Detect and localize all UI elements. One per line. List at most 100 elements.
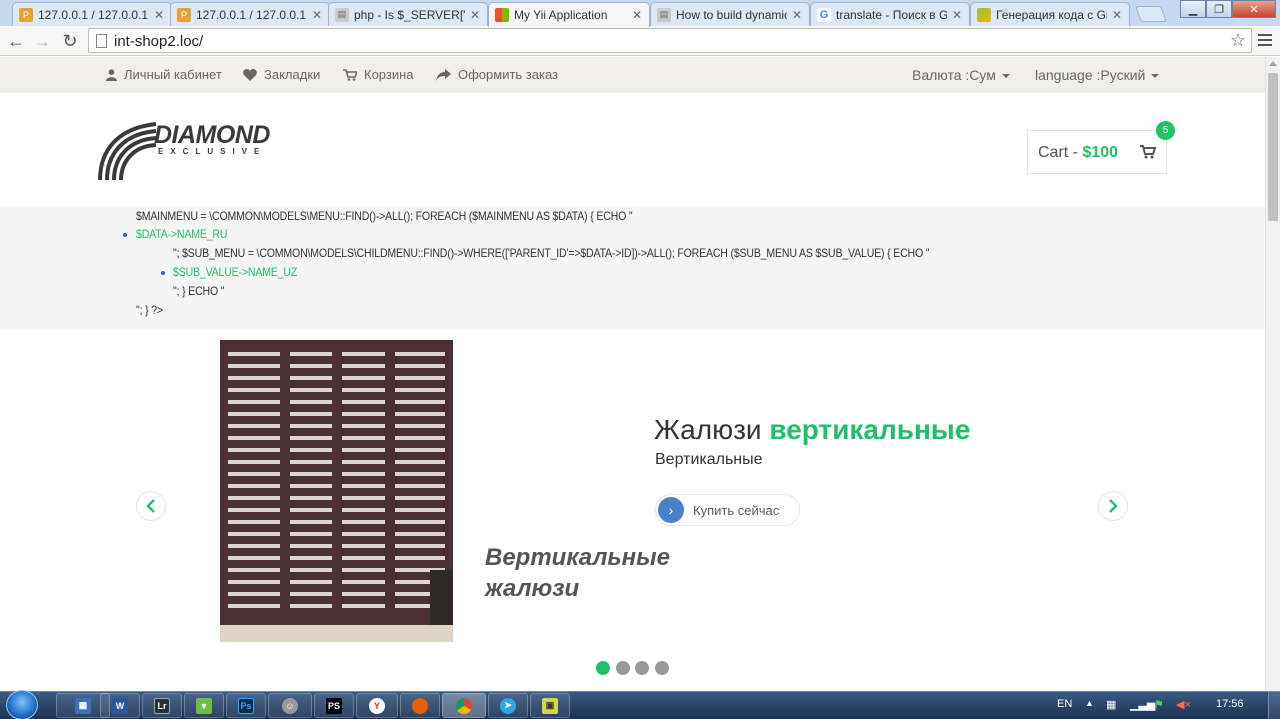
header-top-bar: Личный кабинет Закладки Корзина Оформить… (0, 57, 1265, 93)
wishlist-link[interactable]: Закладки (243, 67, 320, 82)
network-icon[interactable]: ▦ (1106, 698, 1116, 711)
vpn-icon: ▼ (196, 697, 212, 714)
close-icon[interactable]: ✕ (1111, 8, 1123, 22)
slider-dot-1[interactable] (596, 661, 610, 675)
currency-label: Валюта :Сум (912, 67, 996, 83)
close-icon[interactable]: ✕ (469, 8, 481, 22)
slide-title-plain: Жалюзи (654, 414, 770, 445)
slide-title-accent: вертикальные (769, 414, 971, 445)
header-cart-button[interactable]: Cart - $100 (1027, 130, 1167, 174)
tab-title: Генерация кода с Gii (996, 7, 1107, 22)
page-scrollbar[interactable] (1265, 57, 1280, 691)
slider-prev-button[interactable] (136, 491, 166, 521)
checkout-link[interactable]: Оформить заказ (436, 67, 558, 82)
browser-tab[interactable]: P 127.0.0.1 / 127.0.0.1 / s ✕ (170, 2, 330, 26)
close-icon[interactable]: ✕ (631, 8, 643, 22)
slide-title: Жалюзи вертикальные (654, 414, 970, 446)
language-dropdown[interactable]: language :Руский (1035, 67, 1160, 83)
slide-product-image (220, 340, 453, 642)
shopping-cart-icon (1140, 145, 1156, 159)
yii-icon (977, 7, 991, 22)
volume-muted-icon[interactable]: ◀× (1176, 698, 1191, 711)
taskbar-app-firefox[interactable] (400, 693, 440, 718)
browser-tab-strip: P 127.0.0.1 / 127.0.0.1 / s ✕ P 127.0.0.… (0, 0, 1280, 27)
taskbar-app-telegram[interactable]: ➤ (488, 693, 528, 718)
buy-now-button[interactable]: › Купить сейчас (655, 494, 800, 526)
word-icon: W (112, 697, 128, 714)
taskbar-app-yandex[interactable]: Y (356, 693, 398, 718)
lightroom-icon: Lr (154, 697, 170, 714)
cart-count-badge: 5 (1156, 121, 1175, 140)
list-bullet (161, 271, 165, 275)
scrollbar-thumb[interactable] (1268, 73, 1278, 221)
taskbar-app-word[interactable]: W (100, 693, 140, 718)
slide-image-caption: Вертикальные жалюзи (485, 542, 670, 604)
bookmark-star-icon[interactable]: ☆ (1230, 30, 1246, 51)
window-close-button[interactable]: ✕ (1232, 0, 1276, 18)
close-icon[interactable]: ✕ (951, 8, 963, 22)
menu-item-link[interactable]: $DATA->NAME_RU (136, 227, 228, 241)
taskbar-app-lightroom[interactable]: Lr (142, 693, 182, 718)
account-label: Личный кабинет (124, 67, 222, 82)
taskbar-app-skype[interactable]: ☺ (268, 693, 312, 718)
site-logo[interactable]: DIAMOND EXCLUSIVE (98, 120, 288, 182)
url-text[interactable]: int-shop2.loc/ (114, 33, 203, 50)
forward-button[interactable]: → (31, 30, 53, 52)
address-bar[interactable]: int-shop2.loc/ ☆ (88, 28, 1252, 53)
cart-label: Корзина (364, 67, 414, 82)
chrome-menu-icon[interactable] (1258, 34, 1272, 49)
back-button[interactable]: ← (5, 30, 27, 52)
firefox-icon (412, 697, 428, 714)
flag-icon[interactable]: ⚑ (1154, 698, 1164, 711)
currency-dropdown[interactable]: Валюта :Сум (912, 67, 1010, 83)
tray-expand-icon[interactable]: ▲ (1085, 698, 1094, 708)
slider-dot-4[interactable] (655, 661, 669, 675)
browser-tab[interactable]: P 127.0.0.1 / 127.0.0.1 / s ✕ (12, 2, 172, 26)
buy-now-label: Купить сейчас (693, 503, 780, 518)
browser-tab[interactable]: ▤ How to build dynamic ✕ (650, 2, 810, 26)
browser-tab[interactable]: ▤ php - Is $_SERVER['REQ ✕ (328, 2, 488, 26)
taskbar-app-photoshop[interactable]: Ps (226, 693, 266, 718)
reload-button[interactable]: ↻ (59, 30, 81, 52)
phpmyadmin-icon: P (177, 7, 191, 22)
signal-icon[interactable]: ▁▃▅ (1130, 698, 1155, 711)
show-desktop-button[interactable] (1268, 692, 1280, 719)
slider-dot-3[interactable] (635, 661, 649, 675)
browser-tab[interactable]: G translate - Поиск в Go ✕ (810, 2, 970, 26)
slider-dot-2[interactable] (616, 661, 630, 675)
close-icon[interactable]: ✕ (311, 8, 323, 22)
web-page: Личный кабинет Закладки Корзина Оформить… (0, 57, 1265, 691)
tab-title: How to build dynamic (676, 7, 787, 22)
taskbar-clock[interactable]: 17:56 (1216, 698, 1244, 710)
new-tab-button[interactable] (1135, 6, 1167, 22)
keyboard-language[interactable]: EN (1057, 698, 1072, 710)
phpmyadmin-icon: P (19, 7, 33, 22)
taskbar-app-vpn[interactable]: ▼ (184, 693, 224, 718)
scroll-up-icon[interactable] (1269, 61, 1277, 66)
browser-tab[interactable]: Генерация кода с Gii ✕ (970, 2, 1130, 26)
code-line: "; } ECHO " (173, 284, 225, 298)
caret-down-icon (1151, 74, 1160, 79)
tab-title: 127.0.0.1 / 127.0.0.1 / s (38, 7, 149, 22)
maximize-button[interactable]: ❐ (1206, 0, 1232, 18)
cart-link[interactable]: Корзина (343, 67, 414, 82)
code-line: $MAINMENU = \COMMON\MODELS\MENU::FIND()-… (136, 209, 633, 223)
start-button[interactable] (6, 690, 38, 719)
google-icon: G (817, 7, 831, 22)
taskbar-app-chrome[interactable] (442, 693, 486, 718)
close-icon[interactable]: ✕ (791, 8, 803, 22)
chevron-right-icon: › (658, 497, 684, 523)
taskbar-app-media[interactable]: ▣ (530, 693, 570, 718)
browser-tab-active[interactable]: My Yii Application ✕ (488, 2, 650, 27)
code-line: "; } ?> (136, 303, 163, 317)
submenu-item-link[interactable]: $SUB_VALUE->NAME_UZ (173, 265, 297, 279)
photoshop-icon: Ps (238, 697, 254, 714)
close-icon[interactable]: ✕ (153, 8, 165, 22)
slider-next-button[interactable] (1098, 491, 1128, 521)
account-link[interactable]: Личный кабинет (106, 67, 222, 82)
minimize-button[interactable]: ▁ (1180, 0, 1206, 18)
yii-icon (495, 8, 509, 22)
taskbar-app-phpstorm[interactable]: PS (314, 693, 354, 718)
logo-subtext: EXCLUSIVE (158, 147, 267, 156)
cart-amount: $100 (1082, 144, 1119, 161)
